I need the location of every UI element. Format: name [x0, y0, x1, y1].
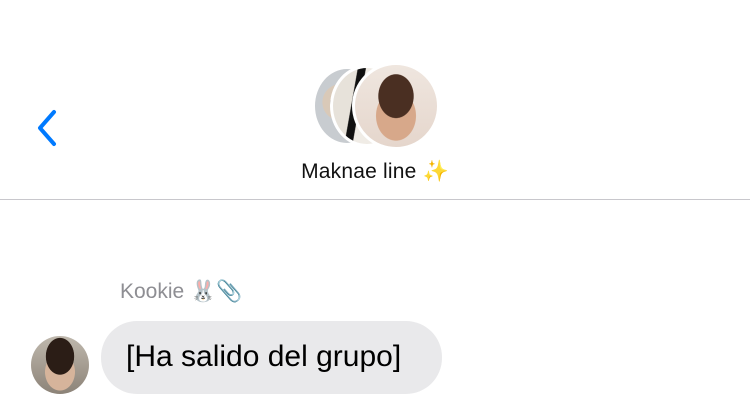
- group-title[interactable]: Maknae line ✨: [0, 160, 750, 184]
- sender-emoji: 🐰📎: [190, 280, 243, 303]
- sparkles-emoji: ✨: [422, 160, 449, 183]
- member-avatar-3: [352, 62, 440, 150]
- message-sender: Kookie 🐰📎: [120, 280, 243, 304]
- message-text: [Ha salido del grupo]: [126, 340, 402, 373]
- message-bubble[interactable]: [Ha salido del grupo]: [101, 321, 442, 394]
- avatar[interactable]: [31, 336, 89, 394]
- chevron-left-icon: [38, 110, 56, 146]
- header-divider: [0, 199, 750, 200]
- back-button[interactable]: [28, 104, 68, 152]
- group-name: Maknae line: [301, 160, 417, 183]
- chat-header: Maknae line ✨: [0, 0, 750, 199]
- group-avatar-stack[interactable]: [312, 62, 442, 150]
- sender-name-text: Kookie: [120, 280, 185, 303]
